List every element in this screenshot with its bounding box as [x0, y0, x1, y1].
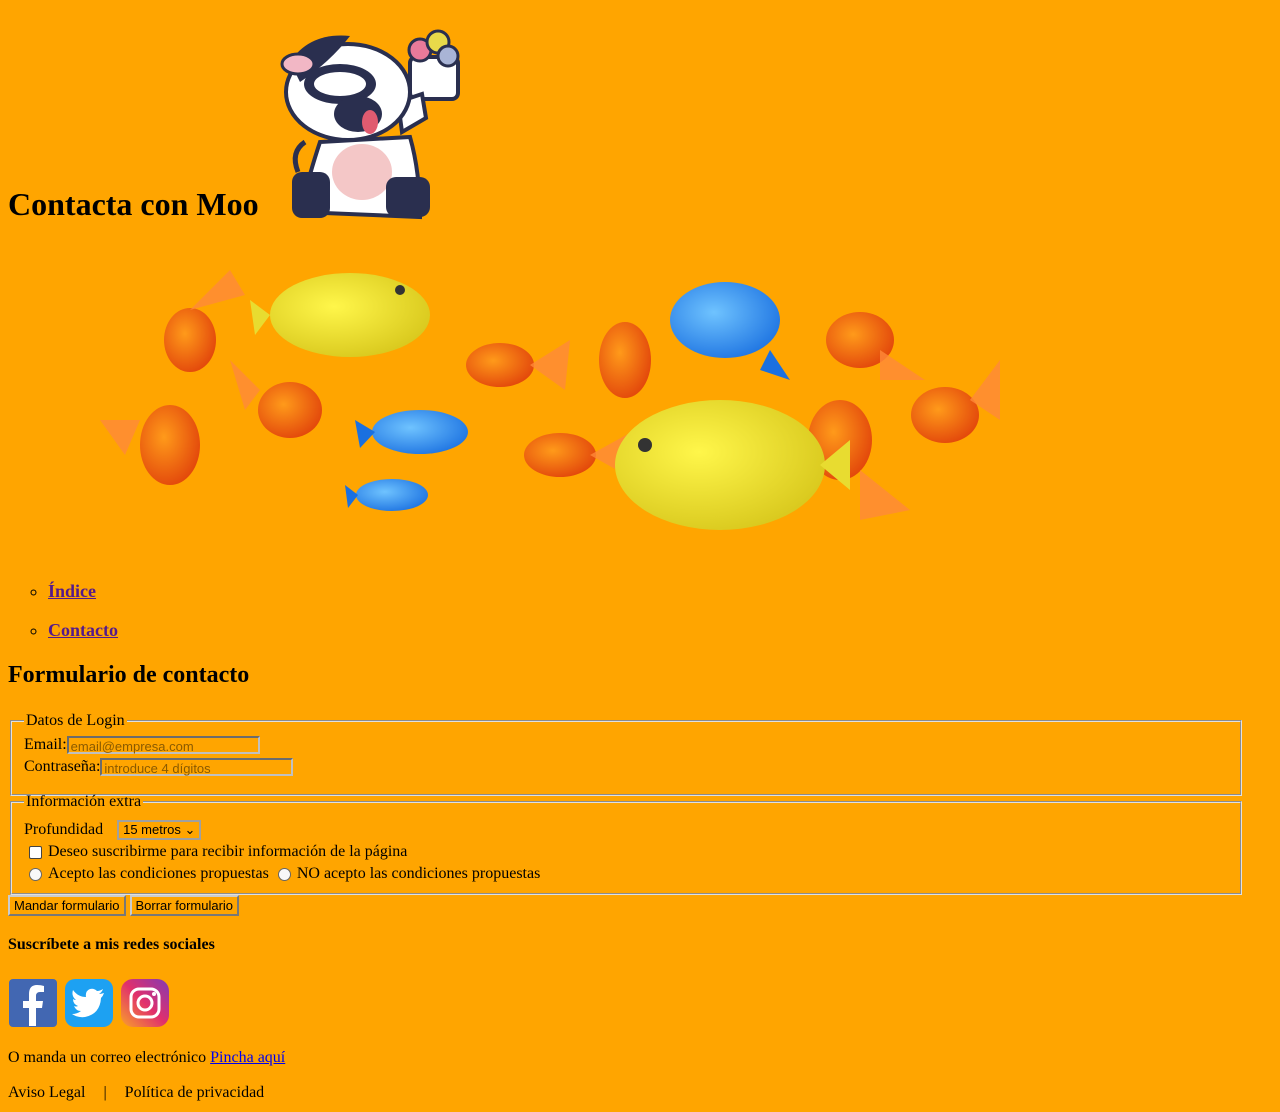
accept-radio[interactable] — [29, 867, 42, 881]
social-links — [8, 978, 172, 1033]
goldfish-2 — [100, 405, 200, 485]
submit-button[interactable]: Mandar formulario — [8, 895, 126, 916]
facebook-icon[interactable] — [8, 978, 58, 1033]
nav-link-indice[interactable]: Índice — [48, 581, 96, 601]
extra-info-fieldset: Información extra Profundidad 15 metros ⌄… — [10, 793, 1242, 895]
twitter-icon[interactable] — [64, 978, 114, 1033]
scrolls-illustration — [407, 29, 460, 101]
accept-label: Acepto las condiciones propuestas — [48, 865, 269, 882]
login-fieldset: Datos de Login Email: email@empresa.com C… — [10, 712, 1242, 796]
page-title: Contacta con Moo — [8, 186, 259, 222]
privacy-policy-link[interactable]: Política de privacidad — [125, 1084, 265, 1101]
reject-radio[interactable] — [277, 867, 291, 881]
main-nav: Índice Contacto — [8, 580, 118, 658]
header: Contacta con Moo — [8, 0, 1272, 240]
depth-select-value: 15 metros — [123, 822, 181, 838]
depth-select[interactable]: 15 metros ⌄ — [117, 820, 202, 841]
fish-banner-image — [8, 240, 1272, 560]
mail-link[interactable]: Pincha aquí — [210, 1049, 285, 1066]
reset-button[interactable]: Borrar formulario — [129, 895, 240, 916]
social-title: Suscríbete a mis redes sociales — [8, 936, 215, 953]
form-title: Formulario de contacto — [8, 662, 250, 688]
password-field[interactable]: introduce 4 dígitos — [100, 758, 294, 777]
footer: Aviso Legal | Política de privacidad — [8, 1084, 264, 1102]
email-field[interactable]: email@empresa.com — [66, 736, 260, 755]
blue-tang-1 — [670, 282, 790, 380]
extra-legend: Información extra — [26, 793, 142, 810]
password-label: Contraseña: — [24, 758, 101, 775]
mail-text: O manda un correo electrónico — [8, 1049, 211, 1066]
legal-notice-link[interactable]: Aviso Legal — [8, 1084, 85, 1101]
goldfish-1 — [164, 270, 245, 372]
goldfish-4 — [466, 340, 570, 390]
blue-tang-2 — [355, 410, 468, 454]
nav-item-indice: Índice — [48, 580, 118, 603]
goldfish-5 — [599, 322, 651, 398]
blue-tang-3 — [345, 479, 428, 511]
moo-mascot-image — [270, 22, 474, 226]
goldfish-3 — [230, 360, 322, 438]
goldfish-9 — [911, 360, 1000, 443]
nav-link-contacto[interactable]: Contacto — [48, 620, 118, 640]
subscribe-checkbox[interactable] — [29, 845, 42, 859]
footer-separator: | — [103, 1084, 107, 1101]
subscribe-label: Deseo suscribirme para recibir informaci… — [48, 843, 408, 860]
depth-label: Profundidad — [24, 821, 104, 838]
yellow-tang-1 — [250, 273, 430, 357]
instagram-icon[interactable] — [120, 978, 170, 1033]
login-legend: Datos de Login — [26, 712, 125, 729]
email-label: Email: — [24, 736, 67, 753]
reject-label: NO acepto las condiciones propuestas — [296, 865, 541, 882]
form-buttons: Mandar formulario Borrar formulario — [8, 895, 240, 916]
mail-line: O manda un correo electrónico Pincha aqu… — [8, 1049, 285, 1067]
goldfish-7 — [826, 312, 925, 380]
chevron-down-icon: ⌄ — [184, 822, 196, 838]
nav-item-contacto: Contacto — [48, 619, 118, 642]
